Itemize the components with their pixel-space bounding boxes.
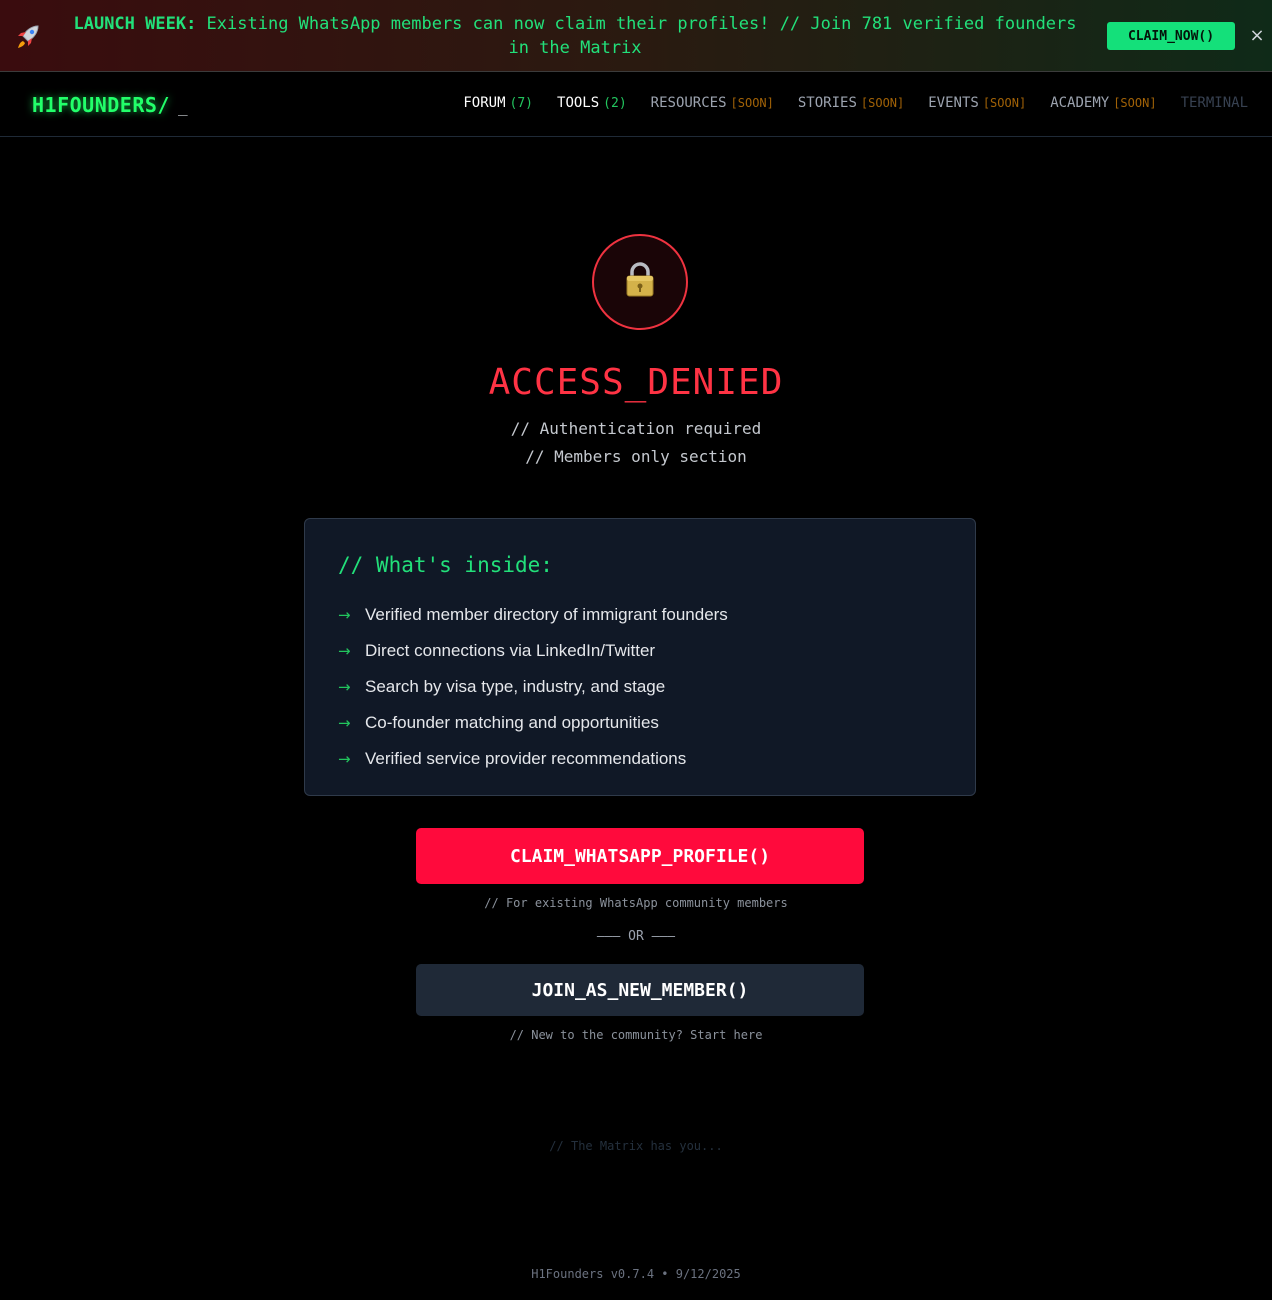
feature-text: Verified service provider recommendation… [365,749,687,768]
nav-item-stories[interactable]: STORIES [SOON] [798,95,904,111]
feature-text: Search by visa type, industry, and stage [365,677,666,696]
arrow-right-icon: → [338,642,351,660]
banner-bold-text: LAUNCH WEEK: [73,14,197,34]
list-item: → Search by visa type, industry, and stag… [338,669,728,705]
claim-now-button[interactable]: CLAIM_NOW() [1107,22,1235,50]
feature-text: Verified member directory of immigrant f… [365,605,728,624]
announcement-banner: LAUNCH WEEK: Existing WhatsApp members c… [0,0,1272,72]
banner-message: LAUNCH WEEK: Existing WhatsApp members c… [70,12,1080,60]
arrow-right-icon: → [338,678,351,696]
rocket-icon [14,24,42,50]
arrow-right-icon: → [338,714,351,732]
nav-item-count: (2) [603,96,627,111]
list-item: → Verified member directory of immigrant … [338,597,728,633]
soon-badge: [SOON] [1113,96,1157,110]
feature-text: Direct connections via LinkedIn/Twitter [365,641,656,660]
lock-badge [592,234,688,330]
nav-item-label: STORIES [797,95,857,111]
nav-item-resources[interactable]: RESOURCES [SOON] [651,95,774,111]
nav-item-label: TOOLS [557,95,600,111]
claim-hint-text: // For existing WhatsApp community membe… [484,896,788,910]
top-nav: H1FOUNDERS/ _ FORUM (7) TOOLS (2) RESOURCES… [0,73,1272,137]
auth-required-text: // Authentication required [510,419,762,438]
list-item: → Co-founder matching and opportunities [338,705,728,741]
list-item: → Verified service provider recommendatio… [338,741,728,777]
features-list: → Verified member directory of immigrant … [338,597,728,777]
or-divider: ——— OR ——— [596,929,676,944]
join-hint-text: // New to the community? Start here [509,1028,763,1042]
features-card-title: // What's inside: [338,553,553,577]
features-card: // What's inside: → Verified member direc… [304,518,976,796]
soon-badge: [SOON] [860,96,905,110]
nav-item-label: TERMINAL [1180,95,1248,111]
nav-item-academy[interactable]: ACADEMY [SOON] [1050,95,1156,111]
lock-icon [623,262,657,302]
nav-item-events[interactable]: EVENTS [SOON] [928,95,1026,111]
logo-cursor: _ [177,97,189,116]
nav-menu: FORUM (7) TOOLS (2) RESOURCES [SOON] STORIE… [463,95,1248,111]
claim-whatsapp-profile-button[interactable]: CLAIM_WHATSAPP_PROFILE() [416,828,864,884]
list-item: → Direct connections via LinkedIn/Twitter [338,633,728,669]
logo-text: H1FOUNDERS/ [32,93,170,117]
banner-message-text: Existing WhatsApp members can now claim … [196,14,1077,58]
soon-badge: [SOON] [730,96,774,110]
members-only-text: // Members only section [525,447,747,466]
site-logo[interactable]: H1FOUNDERS/ _ [32,93,188,117]
nav-item-forum[interactable]: FORUM (7) [463,95,533,111]
nav-item-label: FORUM [463,95,506,111]
nav-item-tools[interactable]: TOOLS (2) [557,95,627,111]
nav-item-label: EVENTS [928,95,979,111]
arrow-right-icon: → [338,606,351,624]
close-icon[interactable]: × [1249,26,1265,46]
nav-item-label: ACADEMY [1050,95,1110,111]
join-new-member-button[interactable]: JOIN_AS_NEW_MEMBER() [416,964,864,1016]
soon-badge: [SOON] [982,96,1027,110]
nav-item-label: RESOURCES [650,95,727,111]
matrix-message: // The Matrix has you... [549,1139,723,1153]
nav-item-terminal[interactable]: TERMINAL [1181,95,1248,111]
nav-item-count: (7) [509,96,534,111]
arrow-right-icon: → [338,750,351,768]
page-title: ACCESS_DENIED [488,362,784,403]
feature-text: Co-founder matching and opportunities [365,713,659,732]
footer-version: H1Founders v0.7.4 • 9/12/2025 [531,1267,741,1281]
